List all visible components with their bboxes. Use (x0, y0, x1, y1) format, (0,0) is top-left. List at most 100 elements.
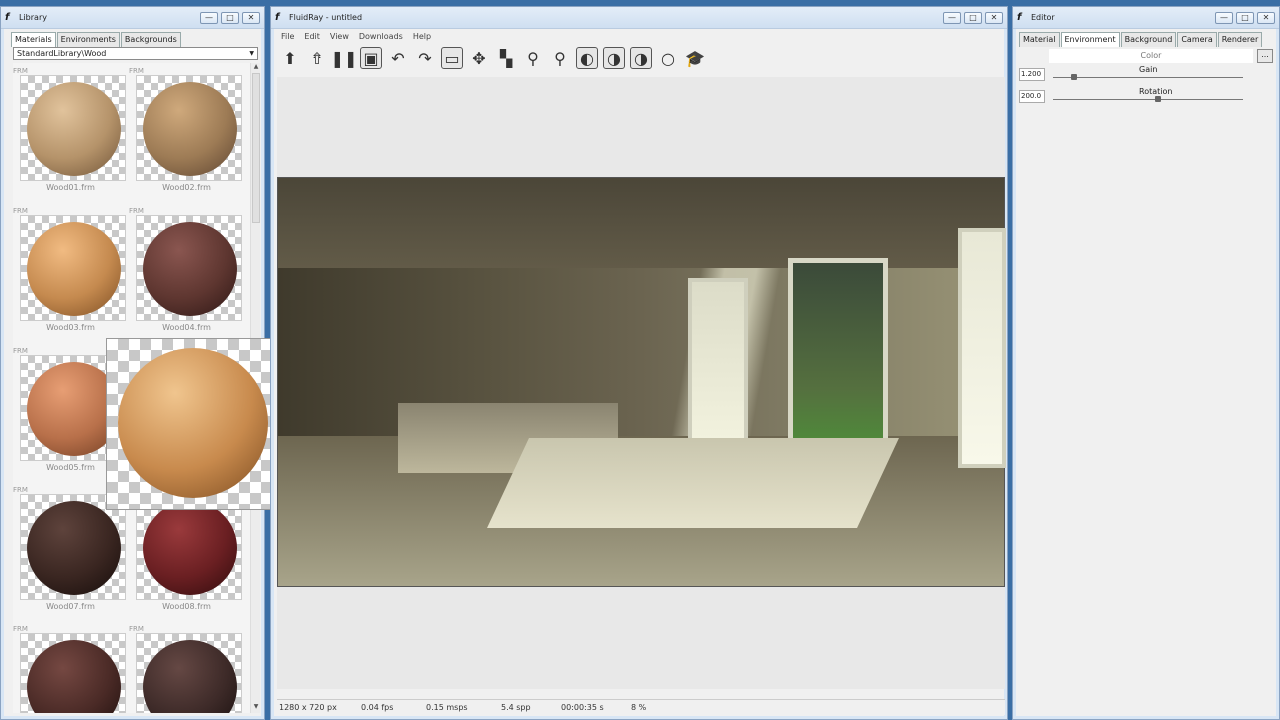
tab-environment[interactable]: Environment (1060, 32, 1120, 47)
gain-value-field[interactable]: 1.200 (1019, 68, 1045, 81)
material-tile[interactable]: FRM Wood03.frm (13, 207, 126, 332)
minimize-button[interactable]: — (200, 11, 218, 24)
status-progress: 8 % (631, 703, 647, 712)
tab-camera[interactable]: Camera (1177, 32, 1217, 47)
move-icon[interactable]: ✥ (468, 47, 490, 69)
status-time: 00:00:35 s (561, 703, 604, 712)
material-tile[interactable]: FRM Wood04.frm (129, 207, 242, 332)
graduation-cap-icon[interactable]: 🎓 (684, 47, 706, 69)
rotation-slider-knob[interactable] (1154, 96, 1161, 102)
menu-help[interactable]: Help (413, 32, 431, 41)
menu-view[interactable]: View (330, 32, 349, 41)
maximize-button[interactable]: □ (964, 11, 982, 24)
material-sphere (143, 82, 237, 176)
circle-icon[interactable]: ○ (657, 47, 679, 69)
material-preview (136, 633, 242, 713)
menu-edit[interactable]: Edit (304, 32, 320, 41)
scrollbar-thumb[interactable] (252, 73, 260, 223)
tab-materials[interactable]: Materials (11, 32, 56, 47)
maximize-button[interactable]: □ (221, 11, 239, 24)
close-button[interactable]: ✕ (985, 11, 1003, 24)
editor-window: f Editor — □ ✕ Material Environment Back… (1012, 6, 1280, 720)
material-sphere (27, 82, 121, 176)
zoom-in-icon[interactable]: ⚲ (522, 47, 544, 69)
material-sphere (143, 501, 237, 595)
upload-icon[interactable]: ⇮ (306, 47, 328, 69)
shade-center-icon[interactable]: ◑ (603, 47, 625, 69)
tab-background[interactable]: Background (1120, 32, 1177, 47)
main-title: FluidRay - untitled (289, 13, 363, 22)
rotation-value-field[interactable]: 200.0 (1019, 90, 1045, 103)
color-row: Color ... (1049, 49, 1273, 63)
frm-tag: FRM (13, 625, 28, 633)
library-path-value: StandardLibrary\Wood (17, 49, 107, 58)
scroll-up-icon[interactable]: ▲ (251, 63, 261, 73)
menu-downloads[interactable]: Downloads (359, 32, 403, 41)
gain-slider-track[interactable] (1053, 77, 1243, 78)
color-field[interactable]: Color (1049, 49, 1253, 63)
frm-tag: FRM (13, 486, 28, 494)
tab-renderer[interactable]: Renderer (1217, 32, 1263, 47)
material-label: Wood01.frm (46, 183, 95, 192)
render-viewport[interactable] (277, 77, 1006, 689)
frm-tag: FRM (13, 207, 28, 215)
frame-icon[interactable]: ▭ (441, 47, 463, 69)
gain-label: Gain (1139, 65, 1158, 74)
redo-icon[interactable]: ↷ (414, 47, 436, 69)
shade-left-icon[interactable]: ◐ (576, 47, 598, 69)
editor-titlebar[interactable]: f Editor — □ ✕ (1013, 7, 1279, 29)
material-label: Wood02.frm (162, 183, 211, 192)
scroll-down-icon[interactable]: ▼ (251, 703, 261, 713)
main-window: f FluidRay - untitled — □ ✕ File Edit Vi… (270, 6, 1008, 720)
editor-title: Editor (1031, 13, 1055, 22)
shade-right-icon[interactable]: ◑ (630, 47, 652, 69)
library-path-dropdown[interactable]: StandardLibrary\Wood ▼ (13, 47, 258, 60)
minimize-button[interactable]: — (1215, 11, 1233, 24)
tab-environments[interactable]: Environments (56, 32, 120, 47)
statusbar: 1280 x 720 px 0.04 fps 0.15 msps 5.4 spp… (277, 699, 1005, 715)
frm-tag: FRM (129, 625, 144, 633)
material-preview (20, 633, 126, 713)
frm-tag: FRM (129, 207, 144, 215)
library-titlebar[interactable]: f Library — □ ✕ (1, 7, 264, 29)
material-tile[interactable]: FRM Wood05.frm (13, 347, 126, 472)
save-icon[interactable]: ▣ (360, 47, 382, 69)
material-tile[interactable]: FRM Wood07.frm (13, 486, 126, 611)
chevron-down-icon: ▼ (249, 50, 254, 57)
arrow-up-icon[interactable]: ⬆ (279, 47, 301, 69)
status-resolution: 1280 x 720 px (279, 703, 337, 712)
fluidray-logo-icon: f (5, 11, 10, 23)
main-titlebar[interactable]: f FluidRay - untitled — □ ✕ (271, 7, 1007, 29)
zoom-out-icon[interactable]: ⚲ (549, 47, 571, 69)
close-button[interactable]: ✕ (242, 11, 260, 24)
menubar: File Edit View Downloads Help (271, 29, 1007, 43)
rotation-param: 200.0 Rotation (1019, 87, 1273, 107)
material-tile[interactable]: FRM Wood02.frm (129, 67, 242, 192)
menu-file[interactable]: File (281, 32, 294, 41)
status-fps: 0.04 fps (361, 703, 394, 712)
minimize-button[interactable]: — (943, 11, 961, 24)
pixelate-icon[interactable]: ▚ (495, 47, 517, 69)
material-label: Wood07.frm (46, 602, 95, 611)
status-spp: 5.4 spp (501, 703, 531, 712)
pause-icon[interactable]: ❚❚ (331, 47, 358, 69)
rotation-label: Rotation (1139, 87, 1173, 96)
tab-backgrounds[interactable]: Backgrounds (120, 32, 181, 47)
gain-slider-knob[interactable] (1070, 74, 1077, 80)
material-tile[interactable]: FRM Wood01.frm (13, 67, 126, 192)
material-label: Wood08.frm (162, 602, 211, 611)
render-window (688, 278, 748, 458)
fluidray-logo-icon: f (1017, 11, 1022, 23)
render-window (958, 228, 1006, 468)
tab-material[interactable]: Material (1019, 32, 1060, 47)
close-button[interactable]: ✕ (1257, 11, 1275, 24)
undo-icon[interactable]: ↶ (387, 47, 409, 69)
material-sphere (27, 640, 121, 713)
material-tile[interactable]: FRM (13, 625, 126, 713)
color-browse-button[interactable]: ... (1257, 49, 1273, 63)
rotation-slider-track[interactable] (1053, 99, 1243, 100)
maximize-button[interactable]: □ (1236, 11, 1254, 24)
frm-tag: FRM (129, 67, 144, 75)
material-tile[interactable]: FRM (129, 625, 242, 713)
material-preview (136, 75, 242, 181)
